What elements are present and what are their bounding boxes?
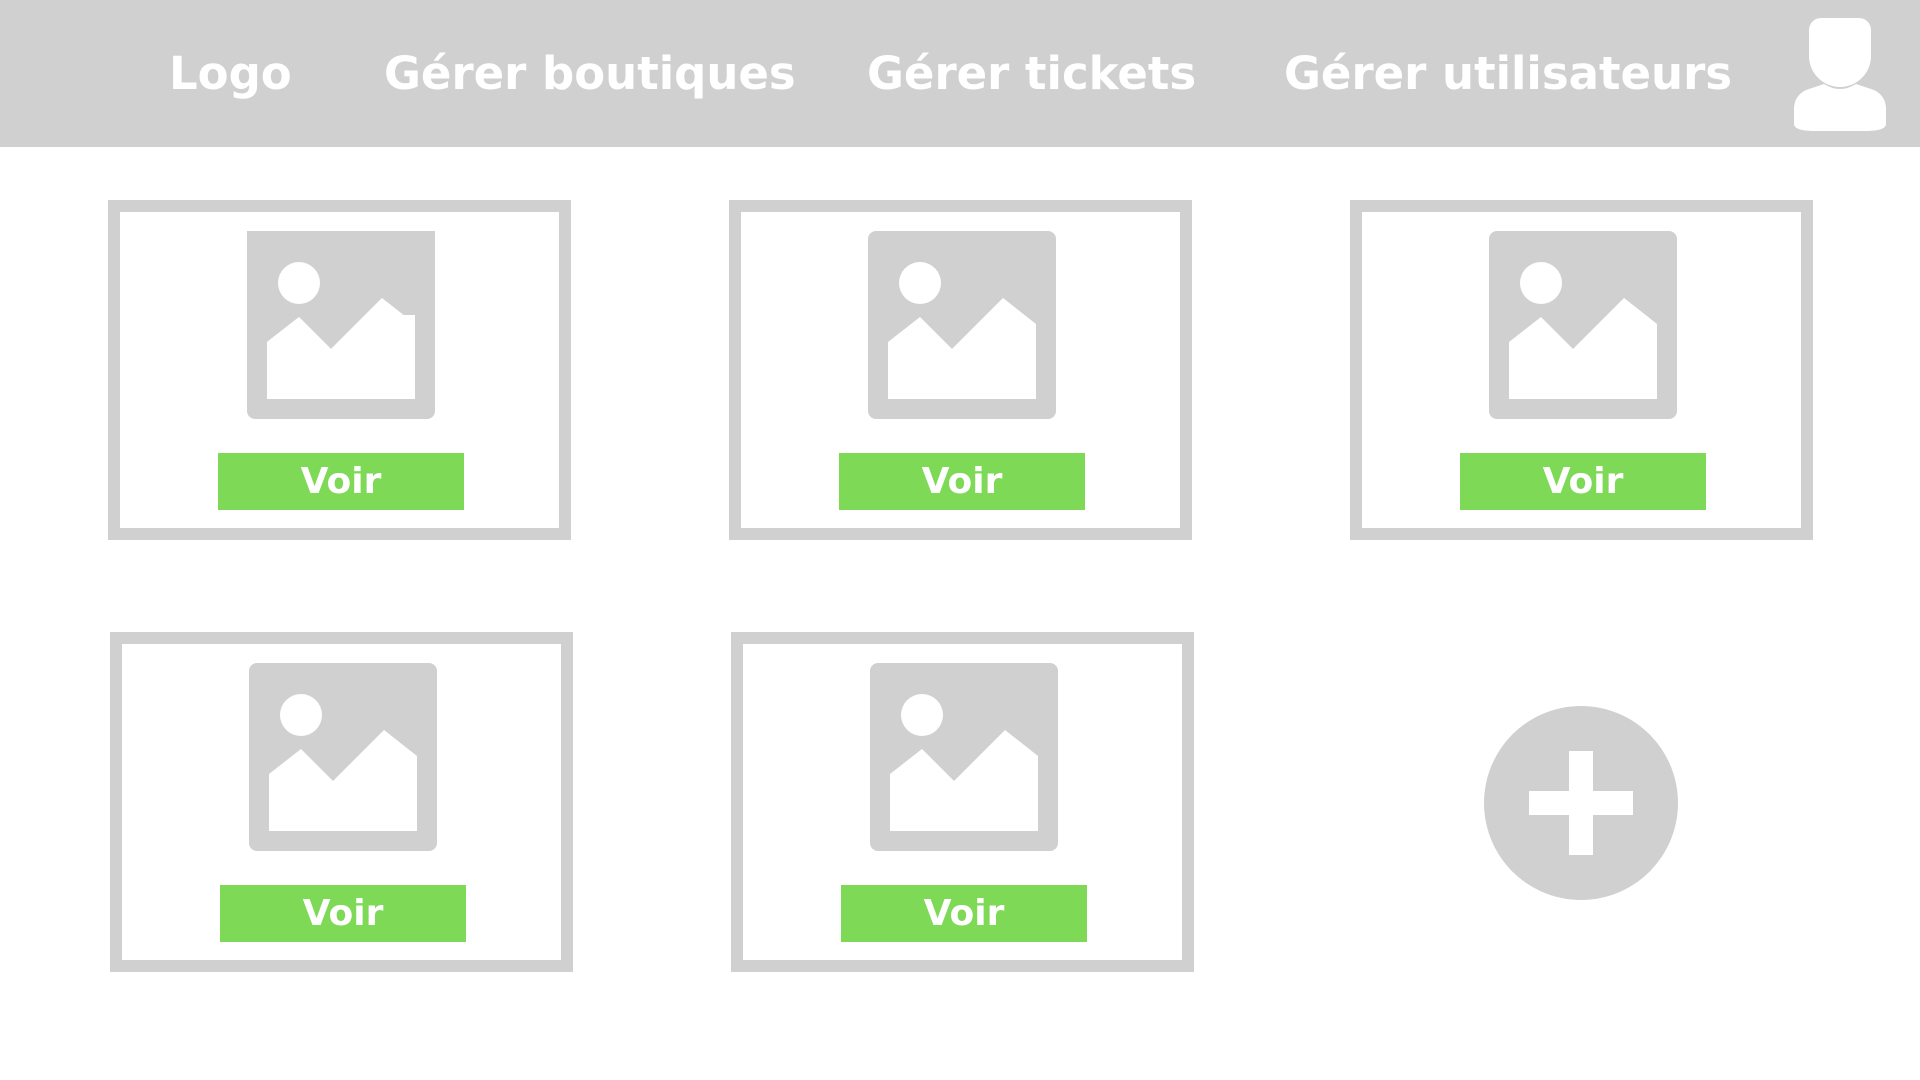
top-nav-bar: Logo Gérer boutiques Gérer tickets Gérer…	[0, 0, 1920, 147]
image-placeholder-icon	[868, 231, 1056, 419]
add-shop-button[interactable]	[1484, 706, 1678, 900]
image-placeholder-icon	[247, 231, 435, 419]
image-placeholder-icon	[1489, 231, 1677, 419]
image-placeholder-icon	[870, 663, 1058, 851]
shop-card: Voir	[110, 632, 573, 972]
view-button[interactable]: Voir	[220, 885, 466, 942]
view-button[interactable]: Voir	[841, 885, 1087, 942]
user-avatar-icon[interactable]	[1794, 14, 1886, 133]
shop-card: Voir	[731, 632, 1194, 972]
shop-card: Voir	[1350, 200, 1813, 540]
shop-card: Voir	[729, 200, 1192, 540]
nav-manage-shops[interactable]: Gérer boutiques	[384, 48, 796, 100]
view-button[interactable]: Voir	[839, 453, 1085, 510]
view-button[interactable]: Voir	[1460, 453, 1706, 510]
view-button[interactable]: Voir	[218, 453, 464, 510]
plus-icon	[1484, 706, 1678, 900]
image-placeholder-icon	[249, 663, 437, 851]
logo[interactable]: Logo	[169, 48, 292, 100]
nav-manage-users[interactable]: Gérer utilisateurs	[1284, 48, 1732, 100]
nav-manage-tickets[interactable]: Gérer tickets	[867, 48, 1196, 100]
shop-card: Voir	[108, 200, 571, 540]
page: Logo Gérer boutiques Gérer tickets Gérer…	[0, 0, 1920, 1080]
